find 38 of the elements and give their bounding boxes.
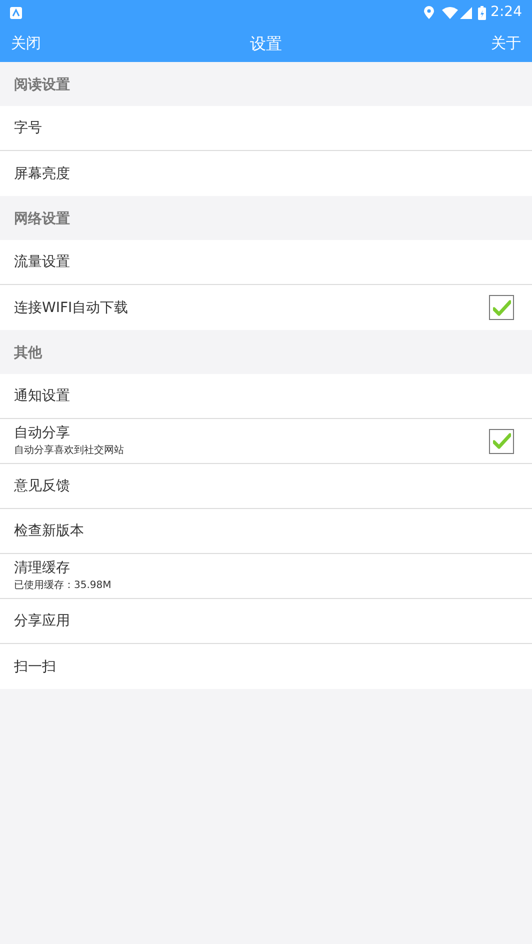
- row-label: 屏幕亮度: [14, 164, 71, 184]
- settings-row[interactable]: 自动分享 自动分享喜欢到社交网站: [0, 419, 532, 464]
- section-header: 其他: [14, 344, 42, 362]
- settings-row[interactable]: 字号: [0, 106, 532, 151]
- status-time: 2:24: [490, 3, 522, 22]
- settings-row[interactable]: 连接WIFI自动下载: [0, 285, 532, 330]
- wifi-icon: [442, 6, 458, 18]
- row-label: 字号: [14, 119, 43, 138]
- checkbox[interactable]: [489, 295, 514, 320]
- row-label: 扫一扫: [14, 658, 57, 676]
- settings-row[interactable]: 清理缓存 已使用缓存：35.98M: [0, 554, 532, 599]
- row-subtitle: 自动分享喜欢到社交网站: [14, 444, 125, 458]
- checkbox[interactable]: [489, 428, 514, 454]
- row-label: 流量设置: [14, 253, 71, 272]
- settings-row[interactable]: 检查新版本: [0, 509, 532, 554]
- location-icon: [424, 6, 434, 19]
- row-label: 通知设置: [14, 387, 71, 406]
- section-header: 阅读设置: [14, 76, 70, 94]
- row-label: 清理缓存: [14, 559, 71, 578]
- row-subtitle: 已使用缓存：35.98M: [14, 578, 112, 593]
- check-icon: [492, 433, 510, 449]
- settings-row[interactable]: 屏幕亮度: [0, 151, 532, 196]
- row-label: 自动分享: [14, 424, 71, 443]
- section-header: 网络设置: [14, 210, 70, 228]
- settings-row[interactable]: 通知设置: [0, 374, 532, 419]
- settings-row[interactable]: 流量设置: [0, 240, 532, 285]
- battery-icon: [478, 6, 486, 20]
- check-icon: [492, 300, 510, 316]
- row-label: 分享应用: [14, 612, 71, 631]
- settings-row[interactable]: 分享应用: [0, 599, 532, 644]
- signal-icon: [460, 6, 472, 18]
- notification-icon: [10, 6, 22, 18]
- settings-row[interactable]: 扫一扫: [0, 644, 532, 689]
- row-label: 连接WIFI自动下载: [14, 298, 130, 318]
- page-title: 设置: [250, 32, 282, 54]
- settings-row[interactable]: 意见反馈: [0, 464, 532, 509]
- row-label: 检查新版本: [14, 522, 85, 541]
- row-label: 意见反馈: [14, 477, 71, 496]
